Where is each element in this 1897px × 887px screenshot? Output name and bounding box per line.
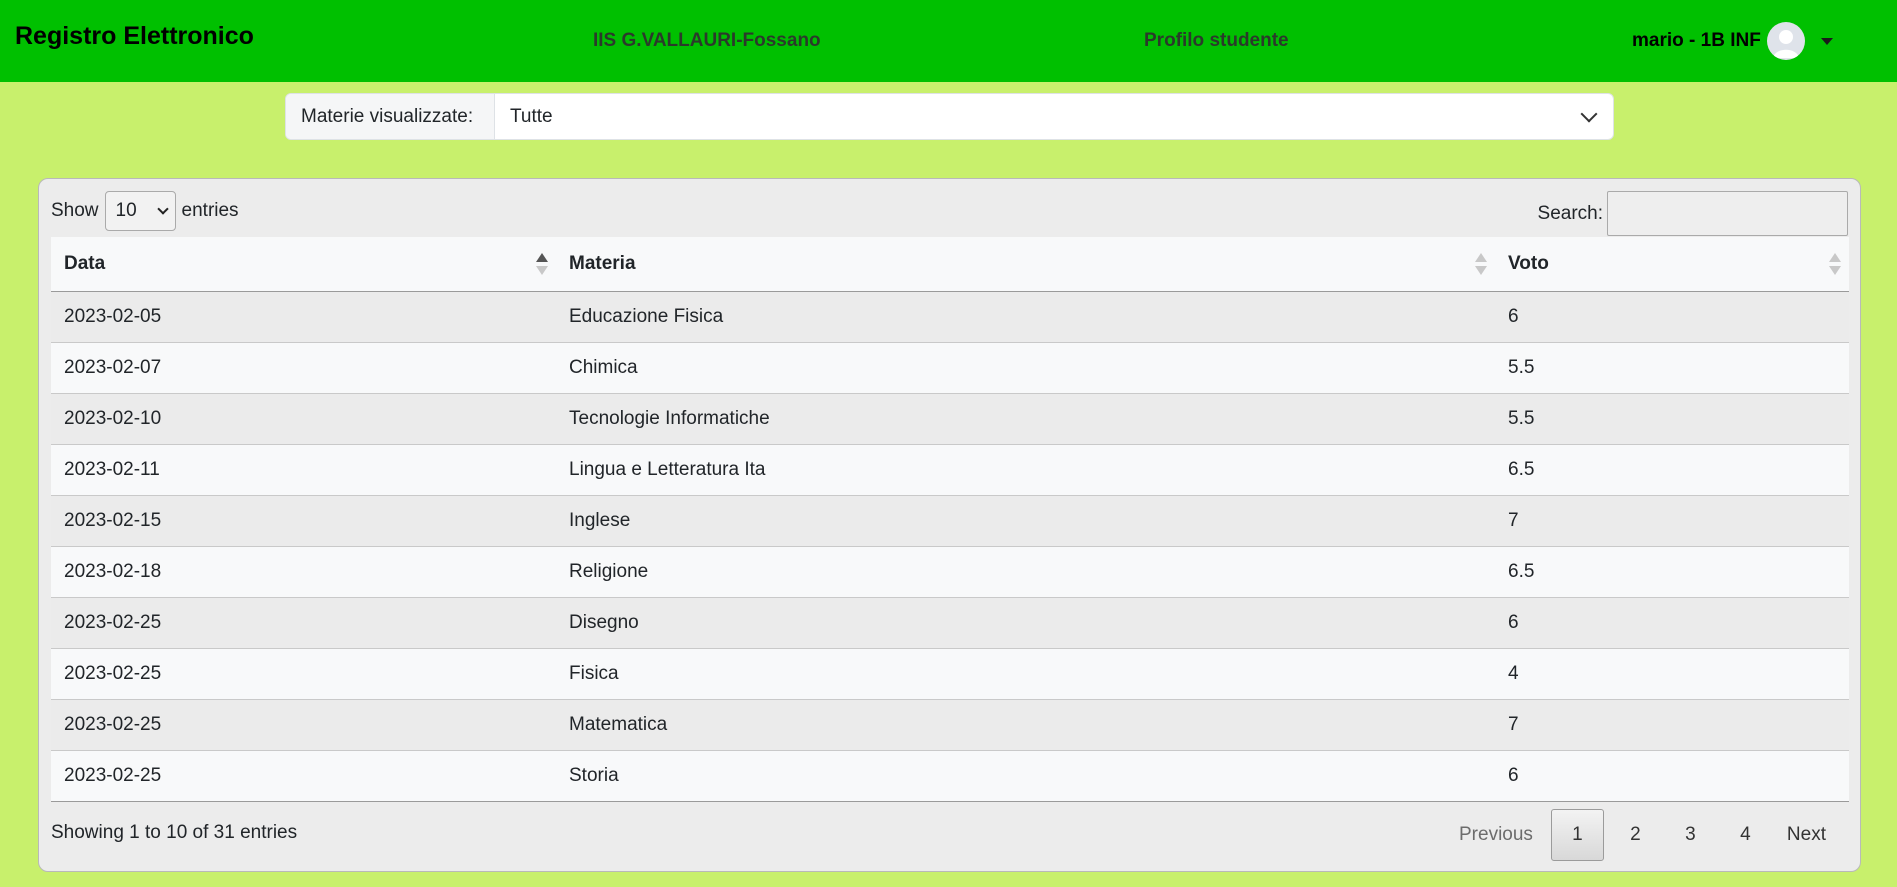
- page-length-value: 10: [115, 200, 137, 221]
- table-row: 2023-02-11 Lingua e Letteratura Ita 6.5: [51, 445, 1849, 496]
- search-label: Search:: [1537, 202, 1603, 224]
- chevron-down-icon: [1580, 105, 1598, 122]
- table-row: 2023-02-25 Storia 6: [51, 751, 1849, 802]
- table-row: 2023-02-18 Religione 6.5: [51, 547, 1849, 598]
- cell-materia: Educazione Fisica: [569, 306, 724, 327]
- cell-materia: Matematica: [569, 714, 668, 735]
- school-name: IIS G.VALLAURI-Fossano: [593, 30, 821, 51]
- user-name: mario - 1B INF: [1632, 30, 1761, 51]
- table-row: 2023-02-15 Inglese 7: [51, 496, 1849, 547]
- avatar: [1766, 22, 1805, 60]
- page-button-2[interactable]: 2: [1608, 809, 1663, 861]
- filter-label: Materie visualizzate:: [286, 94, 495, 139]
- cell-data: 2023-02-10: [64, 408, 162, 429]
- entries-label: entries: [181, 200, 239, 221]
- user-menu-toggle[interactable]: mario - 1B INF: [1632, 22, 1833, 60]
- table-row: 2023-02-25 Matematica 7: [51, 700, 1849, 751]
- search-input[interactable]: [1607, 191, 1848, 236]
- sort-icon: [1829, 253, 1841, 275]
- sort-icon: [1475, 253, 1487, 275]
- cell-voto: 6.5: [1508, 561, 1535, 582]
- cell-materia: Lingua e Letteratura Ita: [569, 459, 766, 480]
- table-info: Showing 1 to 10 of 31 entries: [51, 822, 298, 843]
- cell-data: 2023-02-25: [64, 765, 162, 786]
- cell-materia: Disegno: [569, 612, 639, 633]
- cell-data: 2023-02-25: [64, 714, 162, 735]
- cell-materia: Storia: [569, 765, 619, 786]
- cell-voto: 7: [1508, 510, 1519, 531]
- cell-data: 2023-02-11: [64, 459, 160, 480]
- table-row: 2023-02-10 Tecnologie Informatiche 5.5: [51, 394, 1849, 445]
- next-page-button[interactable]: Next: [1773, 809, 1840, 861]
- caret-down-icon: [1820, 37, 1833, 45]
- pagination: Previous 1 2 3 4 Next: [1445, 809, 1840, 861]
- profile-label: Profilo studente: [1144, 30, 1289, 51]
- table-header: Data Materia Voto: [51, 237, 1849, 292]
- search-control: Search:: [1538, 191, 1848, 236]
- table-row: 2023-02-25 Disegno 6: [51, 598, 1849, 649]
- cell-voto: 7: [1508, 714, 1519, 735]
- cell-data: 2023-02-07: [64, 357, 162, 378]
- table-row: 2023-02-25 Fisica 4: [51, 649, 1849, 700]
- cell-voto: 6: [1508, 306, 1519, 327]
- table-body: 2023-02-05 Educazione Fisica 6 2023-02-07 Ch…: [51, 292, 1849, 802]
- navbar: Registro Elettronico IIS G.VALLAURI-Foss…: [0, 0, 1897, 82]
- cell-data: 2023-02-18: [64, 561, 162, 582]
- previous-page-button[interactable]: Previous: [1445, 809, 1547, 861]
- cell-data: 2023-02-25: [64, 612, 162, 633]
- page-button-3[interactable]: 3: [1663, 809, 1718, 861]
- cell-voto: 6: [1508, 765, 1519, 786]
- cell-data: 2023-02-25: [64, 663, 162, 684]
- column-header-voto[interactable]: Voto: [1495, 237, 1849, 291]
- grades-card: Show 10 entries Search: Data Materia Vot…: [38, 178, 1861, 872]
- cell-data: 2023-02-05: [64, 306, 162, 327]
- cell-voto: 4: [1508, 663, 1519, 684]
- cell-materia: Fisica: [569, 663, 619, 684]
- page-button-1[interactable]: 1: [1550, 809, 1604, 861]
- table-row: 2023-02-07 Chimica 5.5: [51, 343, 1849, 394]
- sort-icon: [536, 253, 548, 275]
- column-header-data[interactable]: Data: [51, 237, 556, 291]
- show-label: Show: [51, 200, 99, 221]
- cell-materia: Religione: [569, 561, 649, 582]
- page-length-select[interactable]: 10: [104, 191, 176, 231]
- cell-voto: 6.5: [1508, 459, 1535, 480]
- cell-data: 2023-02-15: [64, 510, 162, 531]
- grades-table: Data Materia Voto 2023-02-05 Educazione F…: [51, 237, 1849, 802]
- cell-voto: 5.5: [1508, 408, 1535, 429]
- column-header-materia[interactable]: Materia: [556, 237, 1495, 291]
- cell-materia: Chimica: [569, 357, 638, 378]
- cell-voto: 5.5: [1508, 357, 1535, 378]
- subject-filter: Materie visualizzate: Tutte: [285, 93, 1614, 140]
- brand-title[interactable]: Registro Elettronico: [15, 22, 254, 51]
- cell-materia: Tecnologie Informatiche: [569, 408, 770, 429]
- table-row: 2023-02-05 Educazione Fisica 6: [51, 292, 1849, 343]
- cell-voto: 6: [1508, 612, 1519, 633]
- cell-materia: Inglese: [569, 510, 631, 531]
- subject-select[interactable]: Tutte: [495, 94, 1613, 139]
- subject-select-value: Tutte: [510, 105, 553, 127]
- chevron-down-icon: [156, 203, 169, 215]
- page-button-4[interactable]: 4: [1718, 809, 1773, 861]
- page-length-control: Show 10 entries: [51, 191, 239, 231]
